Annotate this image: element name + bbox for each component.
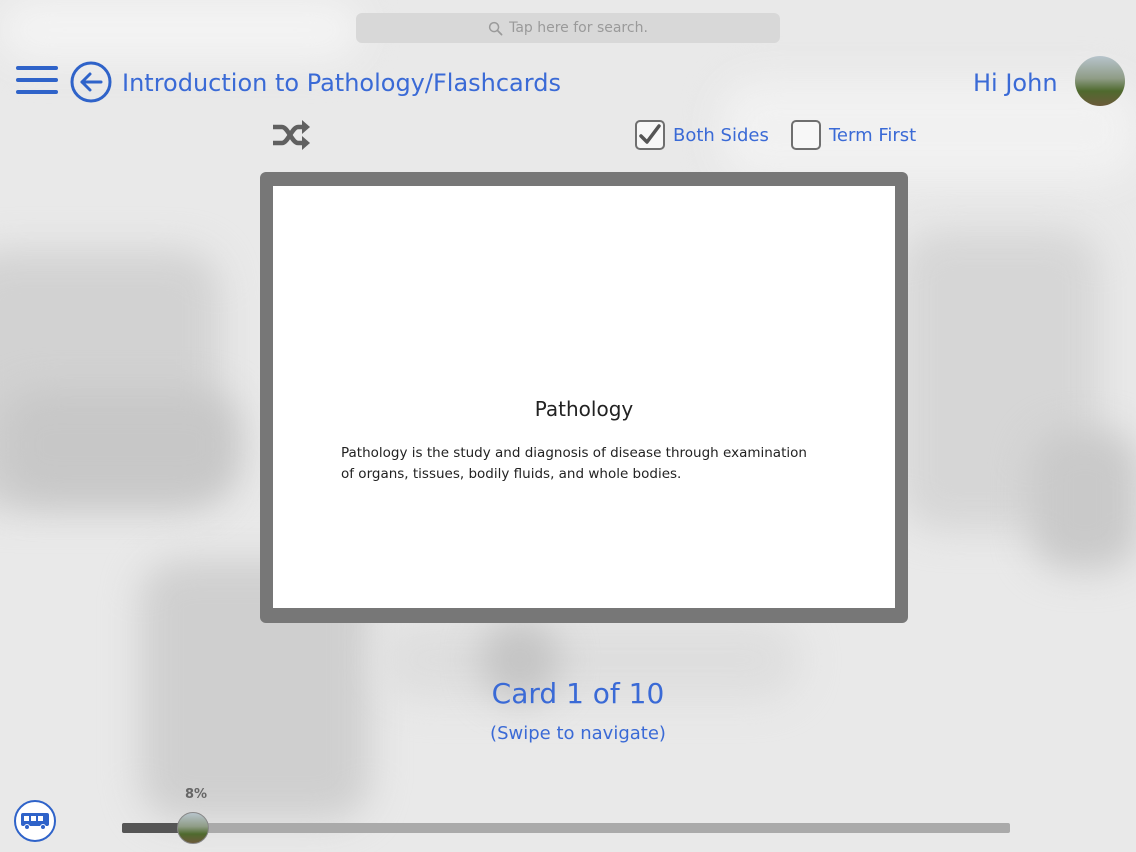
both-sides-label: Both Sides [673,124,769,146]
search-placeholder: Tap here for search. [509,20,648,36]
page-title: Introduction to Pathology/Flashcards [122,69,561,97]
flashcard-frame: Pathology Pathology is the study and dia… [260,172,908,623]
shuffle-icon[interactable] [270,118,312,152]
user-greeting: Hi John [973,69,1058,97]
flashcard[interactable]: Pathology Pathology is the study and dia… [273,186,895,608]
menu-icon[interactable] [16,66,58,96]
bus-icon [21,813,49,830]
checkmark-icon [639,124,661,144]
both-sides-checkbox[interactable] [635,120,665,150]
search-icon [488,21,503,35]
card-counter: Card 1 of 10 [491,677,665,710]
term-first-label: Term First [829,124,917,146]
term-first-option[interactable]: Term First [791,119,916,151]
term-first-checkbox[interactable] [791,120,821,150]
search-bar[interactable]: Tap here for search. [356,13,780,43]
avatar[interactable] [1075,56,1125,106]
bus-icon-button[interactable] [14,800,56,842]
swipe-hint: (Swipe to navigate) [490,723,666,744]
progress-percent: 8% [184,787,208,802]
both-sides-option[interactable]: Both Sides [635,119,769,151]
back-arrow-icon[interactable] [70,61,112,103]
progress-handle[interactable] [177,812,210,844]
flashcard-term: Pathology [534,397,634,421]
flashcard-definition: Pathology is the study and diagnosis of … [341,445,807,482]
progress-bar[interactable] [122,823,1010,833]
